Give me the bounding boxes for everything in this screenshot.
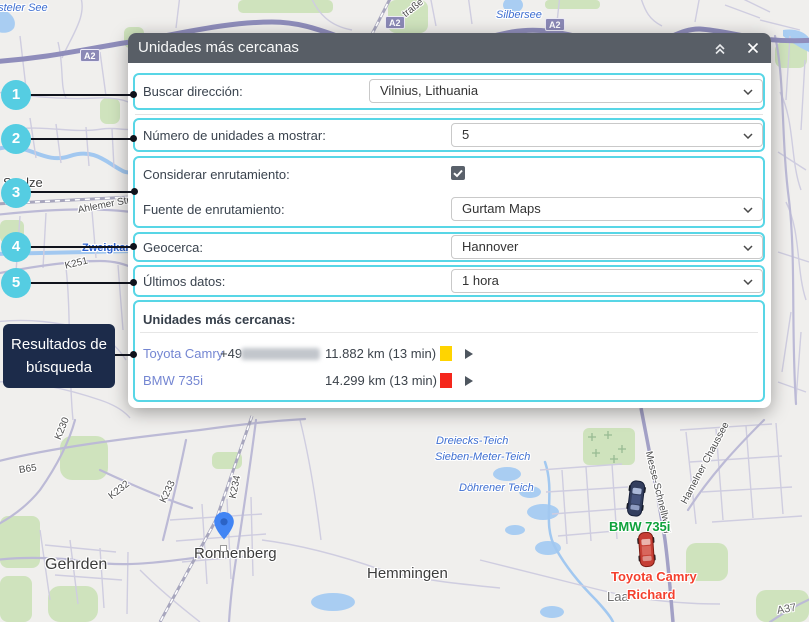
- callout-dot-3: [131, 188, 138, 195]
- dialog-title: Unidades más cercanas: [138, 33, 299, 63]
- field-search-address: Buscar dirección: Vilnius, Lithuania: [133, 73, 765, 110]
- map-label-k233: K233: [158, 479, 178, 505]
- map-label-k234: K234: [228, 475, 244, 500]
- last-data-select[interactable]: 1 hora: [451, 269, 763, 293]
- unit-count-label: Número de unidades a mostrar:: [143, 128, 326, 143]
- close-icon[interactable]: [746, 41, 760, 55]
- map-label-silbersee: Silbersee: [496, 9, 542, 21]
- map-label-laa: Laa: [607, 589, 629, 604]
- unit-link-toyota[interactable]: Toyota Camry: [143, 346, 223, 361]
- field-routing-group: Considerar enrutamiento: Fuente de enrut…: [133, 156, 765, 228]
- results-divider: [140, 332, 758, 333]
- check-icon: [451, 166, 465, 180]
- callout-badge-4: 4: [1, 232, 31, 262]
- app-screen: osteler See Silbersee Dreiecks-Teich Sieben…: [0, 0, 809, 622]
- map-label-sieben-meter-teich: Sieben-Meter-Teich: [435, 451, 530, 463]
- map-label-d-hrener-teich: Döhrener Teich: [459, 482, 534, 494]
- result-row: BMW 735i 14.299 km (13 min): [135, 373, 763, 389]
- last-data-label: Últimos datos:: [143, 274, 225, 289]
- map-label-k232: K232: [107, 479, 132, 502]
- map-label-hamelner-chaussee: Hamelner Chaussee: [679, 420, 732, 506]
- chevron-down-icon: [743, 89, 753, 95]
- callout-line-3: [28, 191, 135, 193]
- routing-source-value: Gurtam Maps: [462, 201, 541, 216]
- callout-dot-results: [130, 351, 137, 358]
- map-label-b65: B65: [18, 463, 37, 476]
- map-label-ronnenberg: Ronnenberg: [194, 545, 277, 562]
- last-data-value: 1 hora: [462, 273, 499, 288]
- nearest-units-dialog: Unidades más cercanas Buscar dirección: …: [128, 33, 771, 408]
- callout-badge-3: 3: [1, 178, 31, 208]
- chevron-down-icon: [743, 133, 753, 139]
- search-results-label: Resultados de búsqueda: [3, 324, 115, 388]
- routing-label: Considerar enrutamiento:: [143, 167, 290, 182]
- play-icon[interactable]: [465, 376, 473, 386]
- unit-distance: 11.882 km (13 min): [325, 346, 436, 361]
- map-label-a37: A37: [776, 602, 797, 617]
- routing-source-select[interactable]: Gurtam Maps: [451, 197, 763, 221]
- callout-badge-2: 2: [1, 124, 31, 154]
- field-unit-count: Número de unidades a mostrar: 5: [133, 118, 765, 152]
- unit-distance: 14.299 km (13 min): [325, 373, 437, 388]
- chevron-down-icon: [743, 279, 753, 285]
- field-last-data: Últimos datos: 1 hora: [133, 265, 765, 297]
- toyota-car-icon[interactable]: [636, 530, 658, 569]
- map-label-k230: K230: [53, 416, 72, 442]
- map-label-osteler-see: osteler See: [0, 2, 48, 14]
- callout-line-2: [28, 138, 133, 140]
- routing-checkbox[interactable]: [451, 166, 465, 180]
- field-geofence: Geocerca: Hannover: [133, 232, 765, 262]
- map-label-gehrden: Gehrden: [45, 556, 107, 574]
- callout-line-5: [28, 282, 133, 284]
- map-label-k251: K251: [64, 256, 89, 272]
- callout-dot-2: [130, 135, 137, 142]
- map-pin-icon[interactable]: [213, 511, 235, 541]
- unit-link-bmw[interactable]: BMW 735i: [143, 373, 203, 388]
- callout-dot-1: [130, 91, 137, 98]
- chevron-down-icon: [743, 207, 753, 213]
- phone-number-redacted: [241, 348, 320, 360]
- map-label-richard: Richard: [627, 587, 675, 602]
- map-label-toyota-camry: Toyota Camry: [611, 569, 697, 584]
- road-shield-a2: A2: [385, 16, 405, 29]
- map-label-ahlemer-str: Ahlemer Str: [77, 195, 131, 216]
- routing-source-label: Fuente de enrutamiento:: [143, 202, 285, 217]
- callout-line-4: [28, 246, 133, 248]
- pin-base-marker: [220, 545, 227, 552]
- search-address-label: Buscar dirección:: [143, 84, 243, 99]
- chevron-double-up-icon[interactable]: [713, 41, 727, 55]
- callout-line-1: [28, 94, 133, 96]
- map-label-hemmingen: Hemmingen: [367, 565, 448, 582]
- results-panel: Unidades más cercanas: Toyota Camry +49 …: [133, 300, 765, 402]
- callout-badge-5: 5: [1, 268, 31, 298]
- unit-count-value: 5: [462, 127, 469, 142]
- unit-color-swatch: [440, 373, 452, 388]
- unit-count-select[interactable]: 5: [451, 123, 763, 147]
- map-label-dreiecks-teich: Dreiecks-Teich: [436, 435, 508, 447]
- callout-badge-1: 1: [1, 80, 31, 110]
- callout-dot-4: [130, 243, 137, 250]
- play-icon[interactable]: [465, 349, 473, 359]
- address-value: Vilnius, Lithuania: [380, 83, 478, 98]
- geofence-select[interactable]: Hannover: [451, 235, 763, 259]
- unit-color-swatch: [440, 346, 452, 361]
- chevron-down-icon: [743, 245, 753, 251]
- result-row: Toyota Camry +49 11.882 km (13 min): [135, 346, 763, 362]
- unit-phone-prefix: +49: [220, 346, 242, 361]
- results-title: Unidades más cercanas:: [143, 312, 295, 327]
- dialog-header: Unidades más cercanas: [128, 33, 771, 63]
- callout-dot-5: [130, 279, 137, 286]
- row-divider: [135, 114, 763, 115]
- road-shield-a2: A2: [545, 18, 565, 31]
- geofence-label: Geocerca:: [143, 240, 203, 255]
- address-combobox[interactable]: Vilnius, Lithuania: [369, 79, 763, 103]
- road-shield-a2: A2: [80, 49, 100, 62]
- geofence-value: Hannover: [462, 239, 518, 254]
